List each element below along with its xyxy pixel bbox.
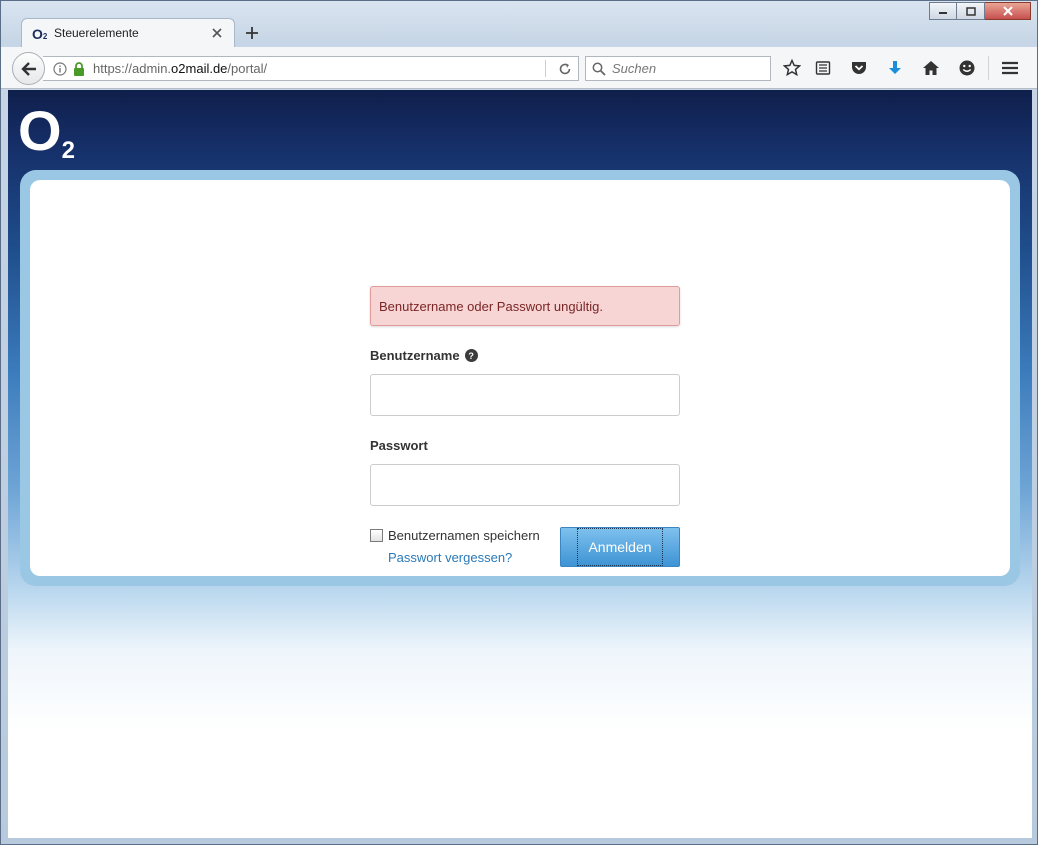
browser-window: O2 Steuerelemente https://admin.o2mail.d… xyxy=(0,0,1038,845)
bookmark-star-button[interactable] xyxy=(781,58,803,78)
login-panel: Benutzername oder Passwort ungültig. Ben… xyxy=(30,180,1010,576)
close-icon xyxy=(212,28,222,38)
remember-username[interactable]: Benutzernamen speichern xyxy=(370,528,540,543)
minimize-icon xyxy=(939,12,947,14)
search-icon xyxy=(592,62,606,76)
download-arrow-icon xyxy=(889,61,901,74)
error-alert: Benutzername oder Passwort ungültig. xyxy=(370,286,680,326)
downloads-button[interactable] xyxy=(884,58,906,78)
navigation-bar: https://admin.o2mail.de/portal/ Suchen xyxy=(1,47,1037,89)
error-message: Benutzername oder Passwort ungültig. xyxy=(379,298,604,314)
arrow-left-icon xyxy=(20,61,36,76)
feedback-button[interactable] xyxy=(956,58,978,78)
home-button[interactable] xyxy=(920,58,942,78)
password-label: Passwort xyxy=(370,438,428,453)
o2-favicon-icon: O2 xyxy=(32,26,48,42)
star-icon xyxy=(783,59,801,77)
url-bar[interactable]: https://admin.o2mail.de/portal/ xyxy=(43,56,579,81)
o2-logo: O 2 xyxy=(18,99,75,164)
login-button-label: Anmelden xyxy=(577,528,663,566)
home-icon xyxy=(923,61,939,75)
pocket-icon xyxy=(852,62,866,74)
form-actions: Benutzernamen speichern Passwort vergess… xyxy=(370,527,680,567)
reload-icon xyxy=(559,63,571,74)
url-text[interactable]: https://admin.o2mail.de/portal/ xyxy=(93,61,545,76)
remember-label: Benutzernamen speichern xyxy=(388,528,540,543)
plus-icon xyxy=(246,27,258,39)
remember-checkbox[interactable] xyxy=(370,529,383,542)
hamburger-menu-icon xyxy=(1002,61,1018,75)
new-tab-button[interactable] xyxy=(243,24,261,42)
lock-icon[interactable] xyxy=(73,61,85,76)
reload-button[interactable] xyxy=(552,59,578,79)
reading-list-button[interactable] xyxy=(812,58,834,78)
smiley-icon xyxy=(959,60,975,76)
help-icon[interactable]: ? xyxy=(464,349,478,362)
forgot-password-link[interactable]: Passwort vergessen? xyxy=(388,550,512,565)
login-frame: Benutzername oder Passwort ungültig. Ben… xyxy=(20,170,1020,586)
reader-icon xyxy=(815,61,831,75)
password-input[interactable] xyxy=(370,464,680,506)
username-label: Benutzername ? xyxy=(370,348,680,363)
pocket-button[interactable] xyxy=(848,58,870,78)
search-placeholder: Suchen xyxy=(612,61,657,76)
url-separator xyxy=(545,60,546,77)
tab-title: Steuerelemente xyxy=(54,26,139,40)
menu-button[interactable] xyxy=(999,58,1021,78)
back-button[interactable] xyxy=(12,52,45,85)
username-input[interactable] xyxy=(370,374,680,416)
search-bar[interactable]: Suchen xyxy=(585,56,771,81)
login-button[interactable]: Anmelden xyxy=(560,527,680,567)
close-icon xyxy=(1002,6,1013,16)
maximize-icon xyxy=(965,6,976,16)
tab-close-button[interactable] xyxy=(210,26,224,40)
tab-steuerelemente[interactable]: O2 Steuerelemente xyxy=(21,18,235,47)
login-form: Benutzername oder Passwort ungültig. Ben… xyxy=(370,286,680,567)
tab-strip: O2 Steuerelemente xyxy=(1,17,1037,47)
info-icon[interactable] xyxy=(53,61,67,76)
toolbar-separator xyxy=(988,56,989,80)
page-content: O 2 Benutzername oder Passwort ungültig.… xyxy=(8,90,1032,838)
